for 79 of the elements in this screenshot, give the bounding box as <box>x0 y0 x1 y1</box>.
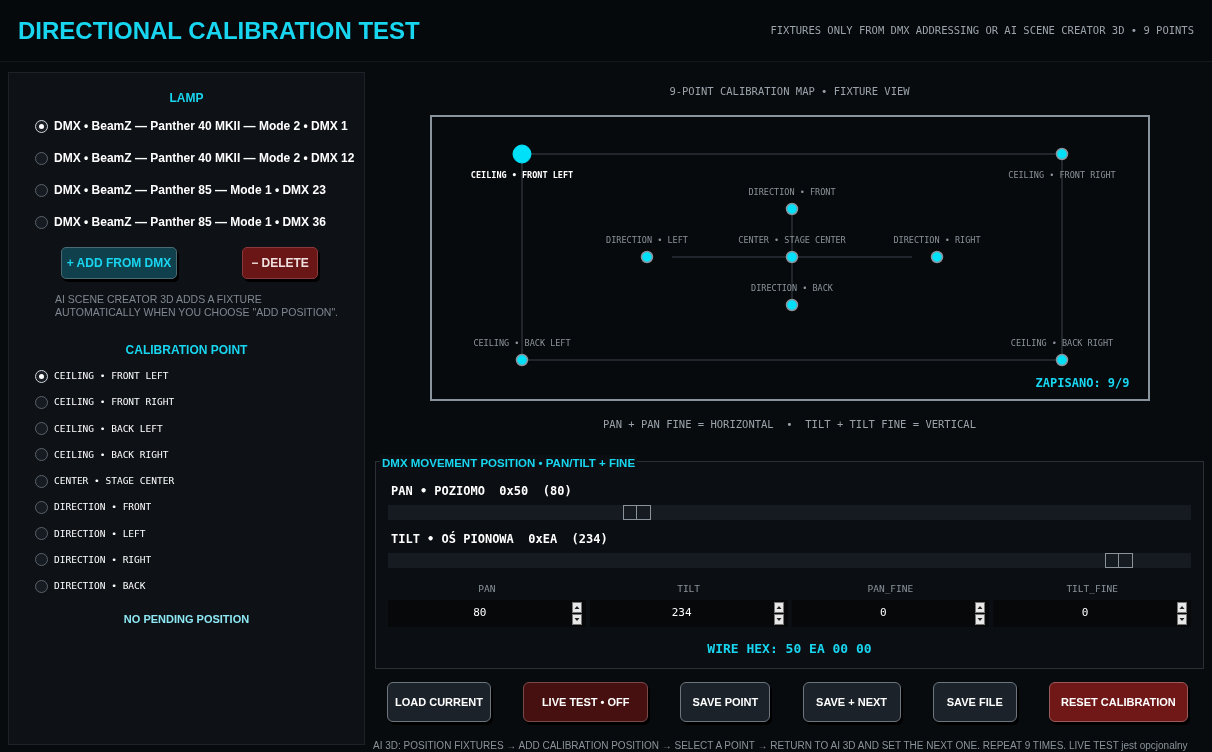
map-point[interactable] <box>785 298 798 311</box>
lamp-option[interactable]: DMX • BeamZ — Panther 85 — Mode 1 • DMX 23 <box>54 181 326 199</box>
slider-track[interactable] <box>388 552 1191 568</box>
delete-button[interactable]: − DELETE <box>242 247 318 279</box>
radio-button[interactable] <box>35 579 48 593</box>
action-button[interactable]: SAVE + NEXT <box>802 682 901 723</box>
radio-button[interactable] <box>35 395 48 409</box>
map-point-label: DIRECTION • RIGHT <box>893 234 980 245</box>
saved-count: ZAPISANO: 9/9 <box>1035 374 1130 392</box>
radio-button[interactable] <box>35 500 48 514</box>
add-button[interactable]: + ADD FROM DMX <box>61 247 177 279</box>
point-option[interactable]: CEILING • BACK LEFT <box>54 421 163 436</box>
radio-button[interactable] <box>35 215 48 229</box>
section-title: LAMP <box>169 90 204 107</box>
number-field[interactable]: 80 <box>388 599 586 627</box>
section-title: CALIBRATION POINT <box>125 342 248 359</box>
field-label: PAN <box>478 581 496 596</box>
map-point-label: CEILING • BACK RIGHT <box>1010 337 1113 348</box>
number-field[interactable]: 0 <box>993 599 1191 627</box>
help-note: AI SCENE CREATOR 3D ADDS A FIXTURE AUTOMATICALLY WHEN YOU CHOOSE "ADD POSITION". <box>54 293 340 319</box>
action-button[interactable]: LOAD CURRENT <box>387 682 491 723</box>
point-option[interactable]: DIRECTION • FRONT <box>54 500 152 515</box>
slider-label: PAN • POZIOMO 0x50 (80) <box>390 482 573 500</box>
page-title: DIRECTIONAL CALIBRATION TEST <box>18 15 420 46</box>
field-label: TILT <box>677 581 701 596</box>
spin-buttons[interactable] <box>773 601 784 625</box>
point-option[interactable]: CEILING • FRONT RIGHT <box>54 395 175 410</box>
point-option[interactable]: CENTER • STAGE CENTER <box>54 474 175 489</box>
action-button[interactable]: RESET CALIBRATION <box>1048 682 1188 723</box>
slider-label: TILT • OŚ PIONOWA 0xEA (234) <box>390 530 609 548</box>
spin-buttons[interactable] <box>571 601 582 625</box>
point-option[interactable]: DIRECTION • BACK <box>54 579 146 594</box>
map-point[interactable] <box>640 250 653 263</box>
action-button[interactable]: SAVE FILE <box>932 682 1017 723</box>
radio-button[interactable] <box>35 448 48 462</box>
radio-button[interactable] <box>35 183 48 197</box>
radio-button[interactable] <box>35 474 48 488</box>
map-point[interactable] <box>512 144 531 164</box>
number-field[interactable]: 0 <box>791 599 990 627</box>
radio-button[interactable] <box>35 151 48 165</box>
map-point-label: CENTER • STAGE CENTER <box>737 234 846 245</box>
action-button[interactable]: LIVE TEST • OFF <box>523 682 649 723</box>
lamp-option[interactable]: DMX • BeamZ — Panther 40 MKII — Mode 2 • DMX 12 <box>54 149 355 167</box>
point-option[interactable]: CEILING • FRONT LEFT <box>54 369 169 384</box>
map-point[interactable] <box>1055 353 1068 366</box>
spin-buttons[interactable] <box>1177 601 1187 625</box>
radio-button[interactable] <box>35 553 48 567</box>
map-point-label: DIRECTION • LEFT <box>605 234 688 245</box>
slider-track[interactable] <box>388 504 1191 520</box>
map-point-label: CEILING • FRONT RIGHT <box>1007 169 1116 180</box>
radio-button[interactable] <box>35 527 48 541</box>
map-point-label: DIRECTION • FRONT <box>748 186 835 197</box>
map-point[interactable] <box>930 250 943 263</box>
header-subtitle: FIXTURES ONLY FROM DMX ADDRESSING OR AI SCENE CREATOR 3D • 9 POINTS <box>770 22 1194 38</box>
spin-buttons[interactable] <box>975 601 986 625</box>
radio-button[interactable] <box>35 422 48 436</box>
map-point-label: CEILING • FRONT LEFT <box>470 169 573 180</box>
footer-hint: AI 3D: POSITION FIXTURES → ADD CALIBRATION POSITION → SELECT A POINT → RETURN TO AI 3D AND SET THE NEXT ONE. REPEAT 9 TIMES. LIVE TEST jest opcjonalny <box>373 739 1188 752</box>
point-option[interactable]: DIRECTION • LEFT <box>54 526 146 541</box>
slider-thumb[interactable] <box>1104 552 1133 568</box>
map-point[interactable] <box>515 353 528 366</box>
map-point[interactable] <box>1055 147 1068 160</box>
point-option[interactable]: CEILING • BACK RIGHT <box>54 447 169 462</box>
number-field[interactable]: 234 <box>589 599 788 627</box>
axis-legend: PAN + PAN FINE = HORIZONTAL • TILT + TILT FINE = VERTICAL <box>603 416 976 433</box>
map-point[interactable] <box>785 202 798 215</box>
map-title: 9-POINT CALIBRATION MAP • FIXTURE VIEW <box>669 84 910 99</box>
slider-thumb[interactable] <box>622 504 651 520</box>
pending-status: NO PENDING POSITION <box>123 612 250 628</box>
map-point-label: DIRECTION • BACK <box>750 282 833 293</box>
field-label: TILT_FINE <box>1066 581 1118 596</box>
action-button[interactable]: SAVE POINT <box>680 682 771 723</box>
map-point[interactable] <box>785 250 798 263</box>
point-option[interactable]: DIRECTION • RIGHT <box>54 552 152 567</box>
lamp-option[interactable]: DMX • BeamZ — Panther 40 MKII — Mode 2 • DMX 1 <box>54 117 348 135</box>
lamp-option[interactable]: DMX • BeamZ — Panther 85 — Mode 1 • DMX 36 <box>54 213 326 231</box>
wire-hex: WIRE HEX: 50 EA 00 00 <box>706 639 873 658</box>
map-point-label: CEILING • BACK LEFT <box>472 337 571 348</box>
field-label: PAN_FINE <box>867 581 914 596</box>
